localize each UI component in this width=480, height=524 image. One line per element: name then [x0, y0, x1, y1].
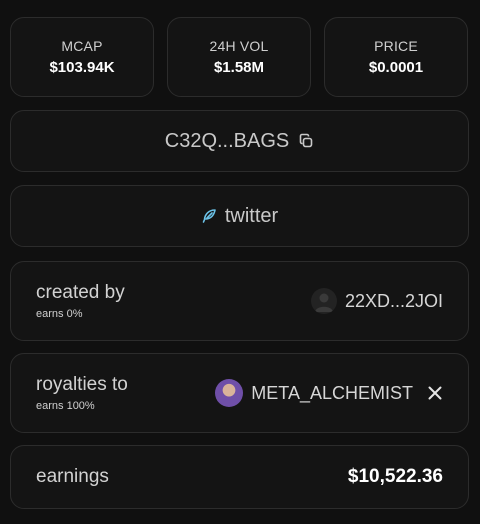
- user-silhouette-icon: [314, 293, 333, 312]
- contract-address-button[interactable]: C32Q...BAGS: [10, 110, 469, 172]
- twitter-label: twitter: [224, 204, 279, 227]
- creator-profile-link[interactable]: 22XD...2JOI: [310, 288, 443, 314]
- feather-icon: [202, 209, 216, 223]
- stat-value: $0.0001: [368, 59, 424, 76]
- stat-value: $1.58M: [213, 59, 265, 76]
- contract-address: C32Q...BAGS: [164, 129, 290, 152]
- stat-value: $103.94K: [49, 59, 115, 76]
- stat-card-24h-vol: 24H VOL $1.58M: [167, 17, 311, 97]
- royalties-title: royalties to: [36, 374, 128, 395]
- copy-icon[interactable]: [298, 133, 314, 149]
- earnings-row: earnings $10,522.36: [10, 445, 469, 509]
- creator-name: 22XD...2JOI: [344, 290, 443, 311]
- stat-card-mcap: MCAP $103.94K: [10, 17, 154, 97]
- earnings-title: earnings: [36, 466, 109, 487]
- stat-label: PRICE: [374, 38, 418, 54]
- royalties-profile-link[interactable]: META_ALCHEMIST: [215, 379, 443, 407]
- royalties-row: royalties to earns 100% META_ALCHEMIST: [10, 353, 469, 433]
- stat-label: 24H VOL: [209, 38, 269, 54]
- creator-earns: earns 0%: [36, 308, 83, 320]
- creator-avatar: [310, 288, 337, 314]
- royalties-name: META_ALCHEMIST: [251, 382, 413, 403]
- royalties-avatar: [215, 379, 244, 407]
- creator-title: created by: [36, 282, 125, 303]
- creator-row: created by earns 0% 22XD...2JOI: [10, 261, 469, 341]
- twitter-link[interactable]: twitter: [10, 185, 469, 247]
- royalties-earns: earns 100%: [36, 400, 95, 412]
- x-logo-icon[interactable]: [427, 385, 443, 401]
- stat-label: MCAP: [61, 38, 103, 54]
- stat-card-price: PRICE $0.0001: [324, 17, 468, 97]
- earnings-value: $10,522.36: [347, 466, 443, 487]
